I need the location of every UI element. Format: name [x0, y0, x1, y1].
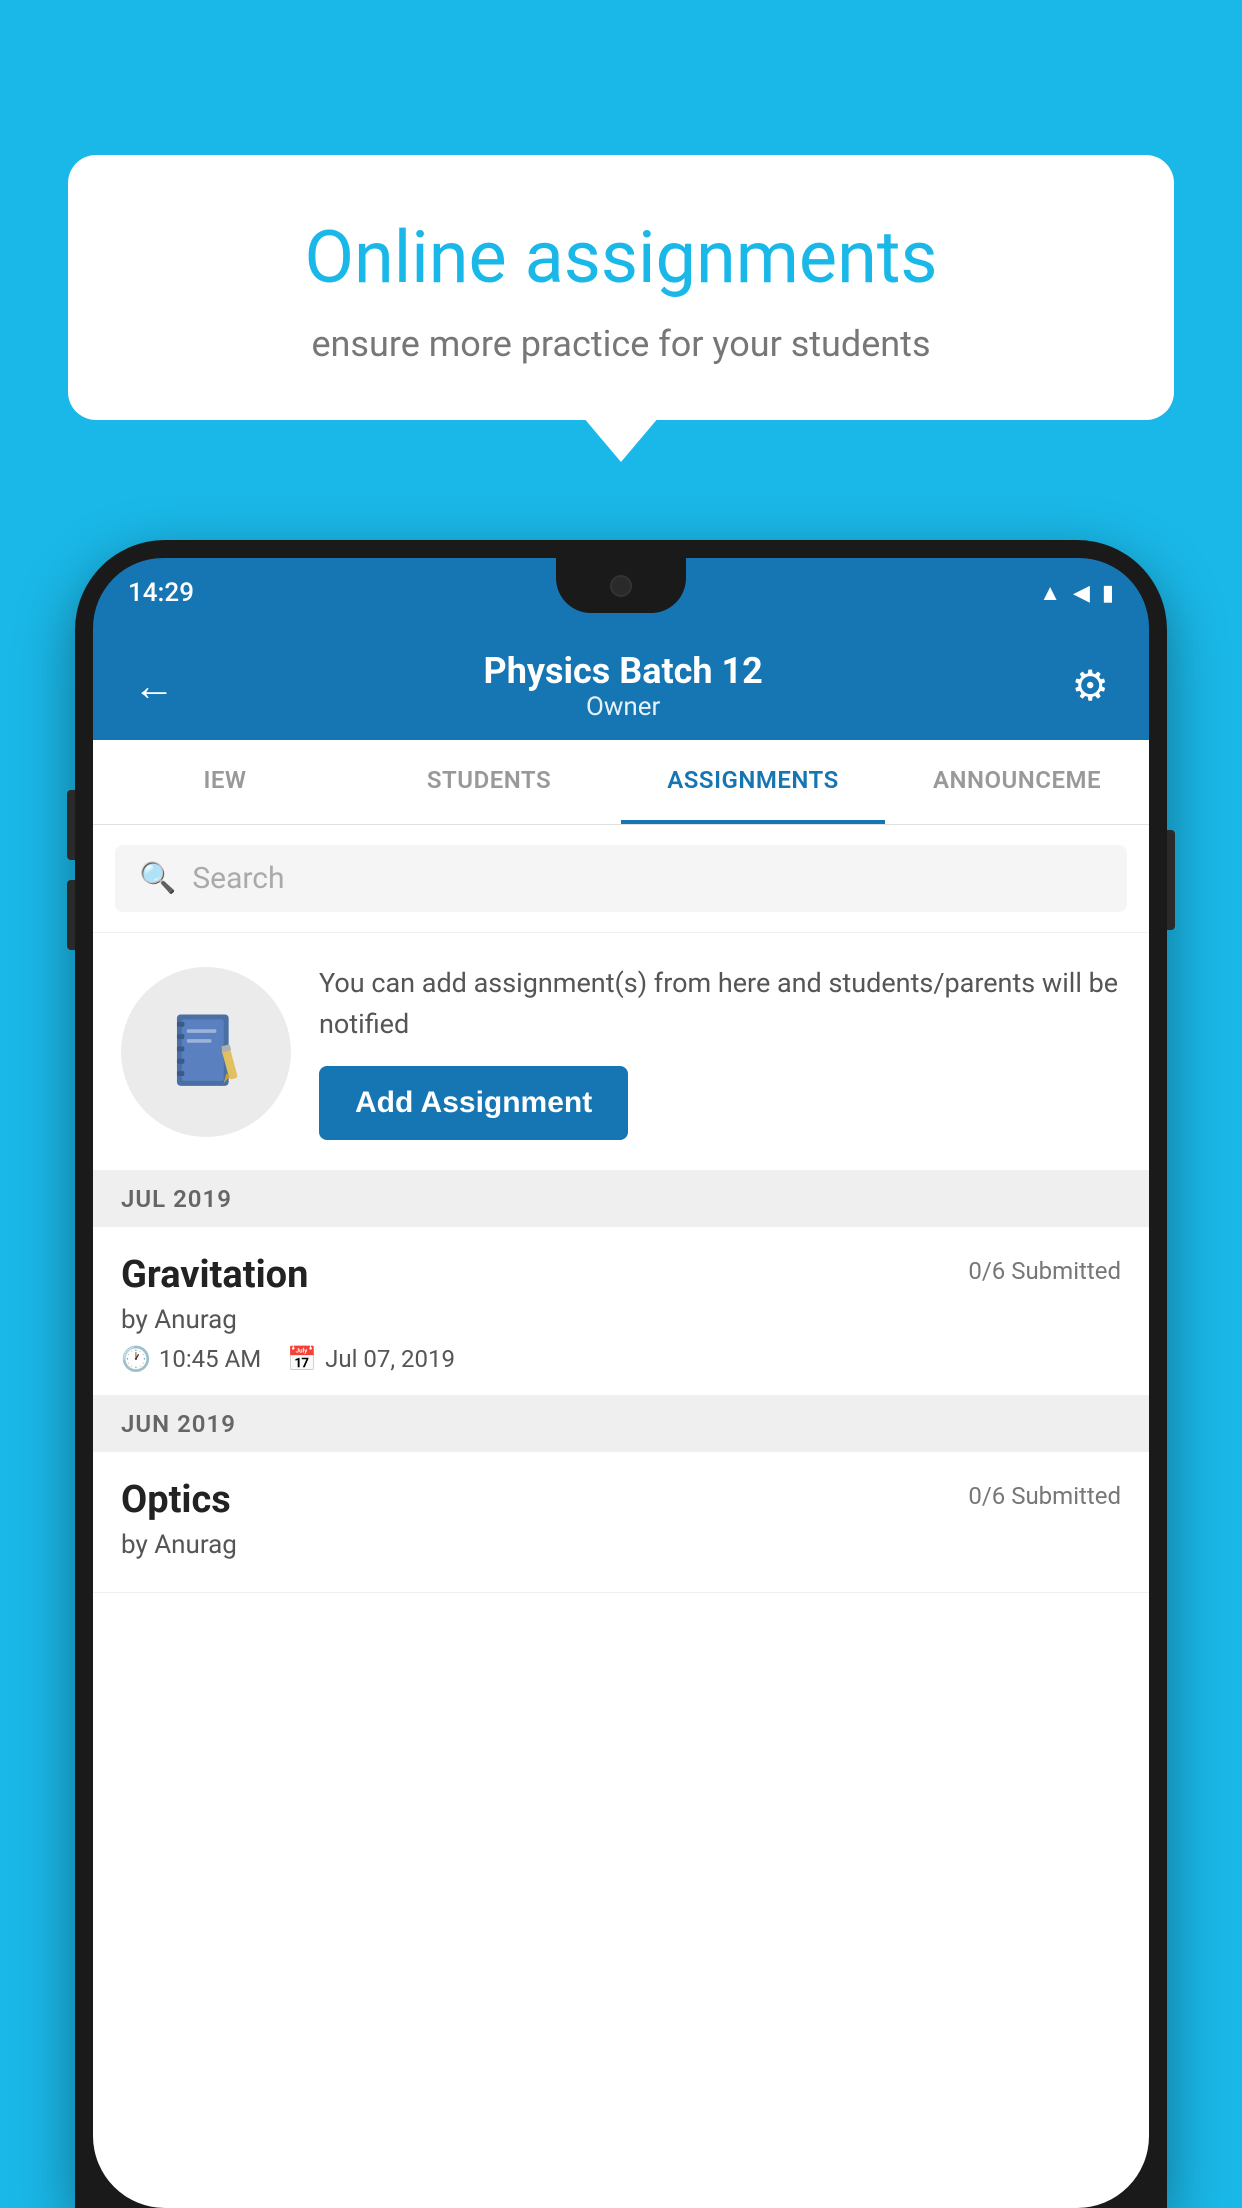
assignment-date-value: Jul 07, 2019 [325, 1345, 455, 1373]
assignment-name-optics: Optics [121, 1478, 231, 1522]
assignment-author-optics: by Anurag [121, 1530, 1121, 1560]
volume-up-button [67, 790, 75, 860]
bubble-title: Online assignments [138, 215, 1104, 301]
power-button [1167, 830, 1175, 930]
promo-content: You can add assignment(s) from here and … [319, 963, 1121, 1140]
promo-icon-wrap [121, 967, 291, 1137]
assignment-submitted-optics: 0/6 Submitted [968, 1482, 1121, 1510]
assignment-time-value: 10:45 AM [159, 1345, 261, 1373]
status-time: 14:29 [128, 578, 194, 608]
header-title: Physics Batch 12 [484, 650, 763, 692]
assignment-name: Gravitation [121, 1253, 308, 1297]
clock-icon: 🕐 [121, 1345, 151, 1373]
volume-down-button [67, 880, 75, 950]
assignment-meta: 🕐 10:45 AM 📅 Jul 07, 2019 [121, 1345, 1121, 1373]
settings-gear-icon[interactable]: ⚙ [1071, 661, 1109, 711]
month-header-jun: JUN 2019 [93, 1396, 1149, 1452]
battery-icon: ▮ [1102, 581, 1114, 606]
assignment-top-optics: Optics 0/6 Submitted [121, 1478, 1121, 1522]
assignment-date: 📅 Jul 07, 2019 [287, 1345, 455, 1373]
search-icon: 🔍 [139, 861, 176, 896]
assignment-item-optics[interactable]: Optics 0/6 Submitted by Anurag [93, 1452, 1149, 1593]
assignment-top: Gravitation 0/6 Submitted [121, 1253, 1121, 1297]
assignment-author: by Anurag [121, 1305, 1121, 1335]
notebook-icon [169, 1012, 244, 1092]
front-camera [610, 575, 632, 597]
tab-students[interactable]: STUDENTS [357, 740, 621, 824]
assignment-item-gravitation[interactable]: Gravitation 0/6 Submitted by Anurag 🕐 10… [93, 1227, 1149, 1396]
signal-icon: ◀ [1073, 581, 1090, 606]
search-bar[interactable]: 🔍 Search [115, 845, 1127, 912]
tab-announcements[interactable]: ANNOUNCEME [885, 740, 1149, 824]
phone-frame: 14:29 ▲ ◀ ▮ ← Physics Batch 12 Owner ⚙ [75, 540, 1167, 2208]
tab-assignments[interactable]: ASSIGNMENTS [621, 740, 885, 824]
add-assignment-button[interactable]: Add Assignment [319, 1066, 628, 1140]
phone-mockup: 14:29 ▲ ◀ ▮ ← Physics Batch 12 Owner ⚙ [75, 540, 1167, 2208]
wifi-icon: ▲ [1039, 580, 1061, 606]
bubble-subtitle: ensure more practice for your students [138, 323, 1104, 365]
search-placeholder: Search [192, 861, 284, 896]
phone-notch [556, 558, 686, 613]
promo-section: You can add assignment(s) from here and … [93, 933, 1149, 1171]
speech-bubble-section: Online assignments ensure more practice … [68, 155, 1174, 420]
promo-description: You can add assignment(s) from here and … [319, 963, 1121, 1044]
assignment-time: 🕐 10:45 AM [121, 1345, 261, 1373]
phone-screen: ← Physics Batch 12 Owner ⚙ IEW STUDENTS … [93, 628, 1149, 2208]
speech-bubble: Online assignments ensure more practice … [68, 155, 1174, 420]
header-center: Physics Batch 12 Owner [484, 650, 763, 722]
header-subtitle: Owner [484, 692, 763, 722]
assignment-submitted: 0/6 Submitted [968, 1257, 1121, 1285]
back-button[interactable]: ← [133, 662, 175, 711]
status-icons: ▲ ◀ ▮ [1039, 580, 1114, 606]
month-header-jul: JUL 2019 [93, 1171, 1149, 1227]
tab-iew[interactable]: IEW [93, 740, 357, 824]
app-header: ← Physics Batch 12 Owner ⚙ [93, 628, 1149, 740]
calendar-icon: 📅 [287, 1345, 317, 1373]
tabs-container: IEW STUDENTS ASSIGNMENTS ANNOUNCEME [93, 740, 1149, 825]
search-container: 🔍 Search [93, 825, 1149, 933]
